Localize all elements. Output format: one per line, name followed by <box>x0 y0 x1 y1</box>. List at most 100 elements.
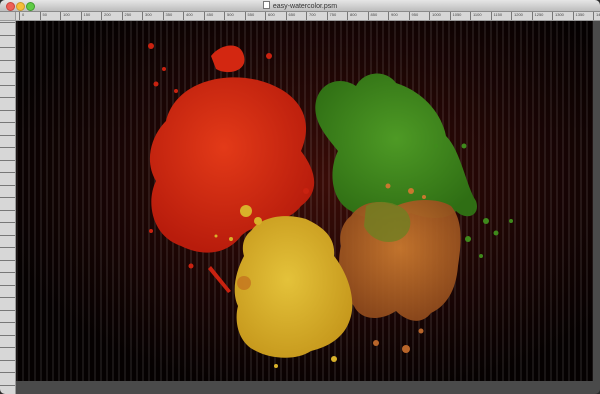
ruler-tick <box>0 372 15 373</box>
ruler-tick-label: 50 <box>42 12 47 17</box>
ruler-tick: 50 <box>39 12 47 20</box>
ruler-tick: 500 <box>224 12 234 20</box>
document-window: easy-watercolor.psm 0 50 100 150 200 250 300 35… <box>0 0 600 394</box>
ruler-tick: 550 <box>244 12 254 20</box>
ruler-tick <box>0 159 15 161</box>
ruler-tick: 350 <box>162 12 172 20</box>
ruler-tick: 900 <box>388 12 398 20</box>
vertical-ruler[interactable] <box>0 12 16 394</box>
ruler-tick: 800 <box>347 12 357 20</box>
ruler-tick: 1150 <box>490 12 502 20</box>
stripe <box>538 21 540 381</box>
ruler-tick <box>0 109 15 111</box>
ruler-tick <box>0 334 15 336</box>
document-icon <box>262 1 270 9</box>
ruler-tick: 850 <box>367 12 377 20</box>
ruler-tick <box>0 134 15 136</box>
stripe <box>568 21 570 381</box>
stripe <box>94 21 96 381</box>
stripe <box>556 21 558 381</box>
stripe <box>58 21 60 381</box>
stripe <box>142 21 144 381</box>
stripe <box>580 21 582 381</box>
ruler-tick <box>0 359 15 361</box>
ruler-tick: 1350 <box>572 12 584 20</box>
ruler-tick: 200 <box>101 12 111 20</box>
ruler-tick: 1400 <box>593 12 600 20</box>
ruler-tick <box>0 384 15 386</box>
watercolor-artwork <box>16 21 593 381</box>
ruler-tick-label: 600 <box>268 12 275 17</box>
ruler-tick-label: 1100 <box>473 12 482 17</box>
ruler-tick-label: 200 <box>104 12 111 17</box>
ruler-tick-label: 850 <box>370 12 378 17</box>
ruler-tick <box>0 22 15 23</box>
ruler-tick-label: 400 <box>186 12 193 17</box>
image-canvas[interactable] <box>16 21 593 381</box>
ruler-tick-label: 1150 <box>493 12 503 17</box>
horizontal-scrollbar[interactable] <box>16 381 600 394</box>
ruler-tick: 0 <box>19 12 24 20</box>
stripe <box>46 21 48 381</box>
ruler-tick <box>0 72 15 73</box>
stripe <box>520 21 522 381</box>
stripe <box>532 21 534 381</box>
stripe <box>16 21 18 381</box>
stripe <box>22 21 24 381</box>
ruler-tick: 950 <box>408 12 418 20</box>
stripe <box>40 21 42 381</box>
stripe <box>106 21 108 381</box>
ruler-tick: 600 <box>265 12 275 20</box>
ruler-tick: 300 <box>142 12 152 20</box>
stripe <box>148 21 150 381</box>
ruler-tick-label: 1000 <box>432 12 441 17</box>
ruler-tick <box>0 309 15 311</box>
ruler-tick <box>0 184 15 186</box>
stripe <box>136 21 138 381</box>
ruler-tick <box>0 122 15 123</box>
ruler-tick-label: 450 <box>206 12 214 17</box>
stripe <box>574 21 576 381</box>
ruler-tick-label: 0 <box>22 12 25 17</box>
stripe <box>52 21 54 381</box>
stripe <box>76 21 78 381</box>
ruler-tick-label: 550 <box>247 12 255 17</box>
ruler-tick <box>0 209 15 211</box>
vertical-scrollbar[interactable] <box>593 21 600 381</box>
ruler-tick <box>0 322 15 323</box>
ruler-tick-label: 300 <box>145 12 152 17</box>
ruler-tick-label: 1350 <box>575 12 585 17</box>
stripe <box>550 21 552 381</box>
ruler-tick <box>0 59 15 61</box>
stripe <box>130 21 132 381</box>
stripe <box>484 21 486 381</box>
ruler-tick-label: 700 <box>309 12 316 17</box>
ruler-tick-label: 750 <box>329 12 337 17</box>
ruler-tick-label: 350 <box>165 12 173 17</box>
stripe <box>124 21 126 381</box>
ruler-tick <box>0 147 15 148</box>
stripe <box>586 21 588 381</box>
ruler-tick: 100 <box>60 12 70 20</box>
ruler-tick <box>0 197 15 198</box>
stripe <box>496 21 498 381</box>
ruler-tick-label: 950 <box>411 12 419 17</box>
window-title-text: easy-watercolor.psm <box>272 3 338 10</box>
ruler-tick <box>0 272 15 273</box>
title-bar[interactable]: easy-watercolor.psm <box>0 0 600 12</box>
ruler-origin[interactable] <box>0 12 16 21</box>
ruler-tick <box>0 297 15 298</box>
ruler-tick: 700 <box>306 12 316 20</box>
ruler-tick-label: 1050 <box>452 12 462 17</box>
stripe <box>112 21 114 381</box>
window-title: easy-watercolor.psm <box>0 1 600 11</box>
ruler-tick-label: 100 <box>63 12 70 17</box>
stripe <box>544 21 546 381</box>
horizontal-ruler[interactable]: 0 50 100 150 200 250 300 350 400 450 500 550 600 650 7… <box>15 12 600 21</box>
stripe <box>508 21 510 381</box>
stripe <box>118 21 120 381</box>
ruler-tick <box>0 47 15 48</box>
ruler-tick: 1300 <box>552 12 564 20</box>
stripe <box>478 21 480 381</box>
stripe <box>34 21 36 381</box>
